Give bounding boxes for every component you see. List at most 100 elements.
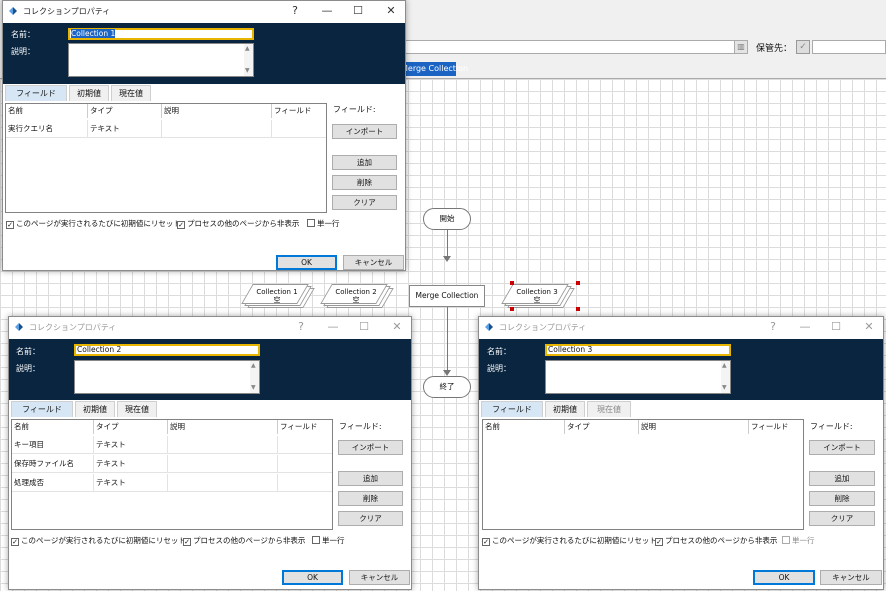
merge-collection-stage[interactable]: Merge Collection	[409, 285, 485, 307]
table-row[interactable]: 保存時ファイル名 テキスト	[12, 455, 332, 473]
add-button[interactable]: 追加	[809, 471, 875, 486]
single-row-checkbox[interactable]: 単一行	[782, 535, 815, 546]
import-button[interactable]: インポート	[809, 440, 875, 455]
reset-checkbox[interactable]: ✓ このページが実行されるたびに初期値にリセット	[11, 535, 186, 546]
help-button[interactable]: ?	[283, 3, 307, 19]
maximize-button[interactable]: ☐	[346, 3, 370, 19]
start-stage[interactable]: 開始	[423, 208, 471, 230]
close-button[interactable]: ✕	[385, 319, 409, 335]
tab-initial-values[interactable]: 初期値	[75, 401, 115, 417]
collection-stage-1[interactable]: Collection 1空	[241, 284, 315, 310]
reset-checkbox-label: このページが実行されるたびに初期値にリセット	[21, 536, 186, 545]
add-button[interactable]: 追加	[332, 155, 397, 170]
tab-fields[interactable]: フィールド	[11, 401, 73, 417]
scroll-up-icon[interactable]: ▲	[251, 362, 256, 369]
scroll-down-icon[interactable]: ▼	[251, 384, 256, 391]
tab-fields[interactable]: フィールド	[5, 85, 67, 101]
minimize-button[interactable]: —	[315, 3, 339, 19]
tab-fields[interactable]: フィールド	[481, 401, 543, 417]
hide-checkbox[interactable]: ✓ プロセスの他のページから非表示	[655, 535, 777, 546]
ok-button[interactable]: OK	[753, 570, 815, 585]
column-header-name[interactable]: 名前	[483, 420, 565, 434]
import-button[interactable]: インポート	[338, 440, 403, 455]
close-button[interactable]: ✕	[379, 3, 403, 19]
tab-merge-collection[interactable]: Merge Collection	[398, 62, 468, 76]
reset-checkbox[interactable]: ✓ このページが実行されるたびに初期値にリセット	[6, 218, 181, 229]
hide-checkbox[interactable]: ✓ プロセスの他のページから非表示	[183, 535, 305, 546]
fields-table[interactable]: 名前 タイプ 説明 フィールド キー項目 テキスト 保存時ファイル名 テキスト …	[11, 419, 333, 530]
single-row-checkbox[interactable]: 単一行	[307, 218, 340, 229]
selection-handle[interactable]	[576, 307, 580, 311]
description-scrollbar[interactable]: ▲ ▼	[250, 361, 259, 393]
column-header-description[interactable]: 説明	[162, 104, 272, 118]
maximize-button[interactable]: ☐	[824, 319, 848, 335]
title-bar[interactable]: コレクションプロパティ ? — ☐ ✕	[3, 1, 405, 23]
name-input[interactable]: Collection 2	[74, 344, 260, 356]
single-row-checkbox[interactable]: 単一行	[312, 535, 345, 546]
process-input-scroll[interactable]: ▥	[734, 40, 748, 54]
column-header-field[interactable]: フィールド	[749, 420, 803, 434]
import-button[interactable]: インポート	[332, 124, 397, 139]
tab-initial-values[interactable]: 初期値	[69, 85, 109, 101]
table-row[interactable]: 処理成否 テキスト	[12, 474, 332, 492]
column-header-description[interactable]: 説明	[168, 420, 278, 434]
description-scrollbar[interactable]: ▲ ▼	[244, 44, 253, 76]
scroll-down-icon[interactable]: ▼	[722, 384, 727, 391]
tab-current-values[interactable]: 現在値	[587, 401, 631, 417]
hide-checkbox[interactable]: ✓ プロセスの他のページから非表示	[177, 218, 299, 229]
minimize-button[interactable]: —	[793, 319, 817, 335]
table-row[interactable]: キー項目 テキスト	[12, 436, 332, 454]
name-input[interactable]: Collection 3	[545, 344, 731, 356]
ok-button[interactable]: OK	[282, 570, 343, 585]
description-scrollbar[interactable]: ▲ ▼	[721, 361, 730, 393]
column-header-field[interactable]: フィールド	[272, 104, 326, 118]
close-button[interactable]: ✕	[857, 319, 881, 335]
tab-current-values[interactable]: 現在値	[117, 401, 157, 417]
minimize-button[interactable]: —	[321, 319, 345, 335]
column-header-type[interactable]: タイプ	[94, 420, 168, 434]
selection-handle[interactable]	[576, 281, 580, 285]
description-input[interactable]: ▲ ▼	[74, 360, 260, 394]
title-bar[interactable]: コレクションプロパティ ? — ☐ ✕	[9, 317, 411, 339]
description-input[interactable]: ▲ ▼	[68, 43, 254, 77]
end-stage[interactable]: 終了	[423, 376, 471, 398]
cancel-button[interactable]: キャンセル	[820, 570, 882, 585]
column-header-description[interactable]: 説明	[639, 420, 749, 434]
fields-table[interactable]: 名前 タイプ 説明 フィールド	[482, 419, 804, 530]
help-button[interactable]: ?	[761, 319, 785, 335]
title-bar[interactable]: コレクションプロパティ ? — ☐ ✕	[479, 317, 883, 339]
clear-button[interactable]: クリア	[338, 511, 403, 526]
description-input[interactable]: ▲ ▼	[545, 360, 731, 394]
name-input[interactable]: Collection 1	[68, 28, 254, 40]
save-to-checkbox[interactable]: ✓	[796, 40, 810, 54]
column-header-name[interactable]: 名前	[12, 420, 94, 434]
cancel-button[interactable]: キャンセル	[349, 570, 410, 585]
delete-button[interactable]: 削除	[338, 491, 403, 506]
column-header-name[interactable]: 名前	[6, 104, 88, 118]
tab-current-values[interactable]: 現在値	[111, 85, 151, 101]
column-header-type[interactable]: タイプ	[88, 104, 162, 118]
ok-button[interactable]: OK	[276, 255, 337, 270]
selection-handle[interactable]	[510, 307, 514, 311]
reset-checkbox[interactable]: ✓ このページが実行されるたびに初期値にリセット	[482, 535, 657, 546]
process-name-input[interactable]	[400, 40, 738, 54]
add-button[interactable]: 追加	[338, 471, 403, 486]
delete-button[interactable]: 削除	[332, 175, 397, 190]
column-header-field[interactable]: フィールド	[278, 420, 332, 434]
scroll-up-icon[interactable]: ▲	[245, 45, 250, 52]
selection-handle[interactable]	[510, 281, 514, 285]
delete-button[interactable]: 削除	[809, 491, 875, 506]
scroll-down-icon[interactable]: ▼	[245, 67, 250, 74]
clear-button[interactable]: クリア	[809, 511, 875, 526]
help-button[interactable]: ?	[289, 319, 313, 335]
scroll-up-icon[interactable]: ▲	[722, 362, 727, 369]
column-header-type[interactable]: タイプ	[565, 420, 639, 434]
table-row[interactable]: 実行クエリ名 テキスト	[6, 120, 326, 138]
collection-stage-2[interactable]: Collection 2空	[320, 284, 394, 310]
cancel-button[interactable]: キャンセル	[343, 255, 404, 270]
tab-initial-values[interactable]: 初期値	[545, 401, 585, 417]
maximize-button[interactable]: ☐	[352, 319, 376, 335]
clear-button[interactable]: クリア	[332, 195, 397, 210]
fields-table[interactable]: 名前 タイプ 説明 フィールド 実行クエリ名 テキスト	[5, 103, 327, 213]
save-to-field[interactable]	[812, 40, 886, 54]
